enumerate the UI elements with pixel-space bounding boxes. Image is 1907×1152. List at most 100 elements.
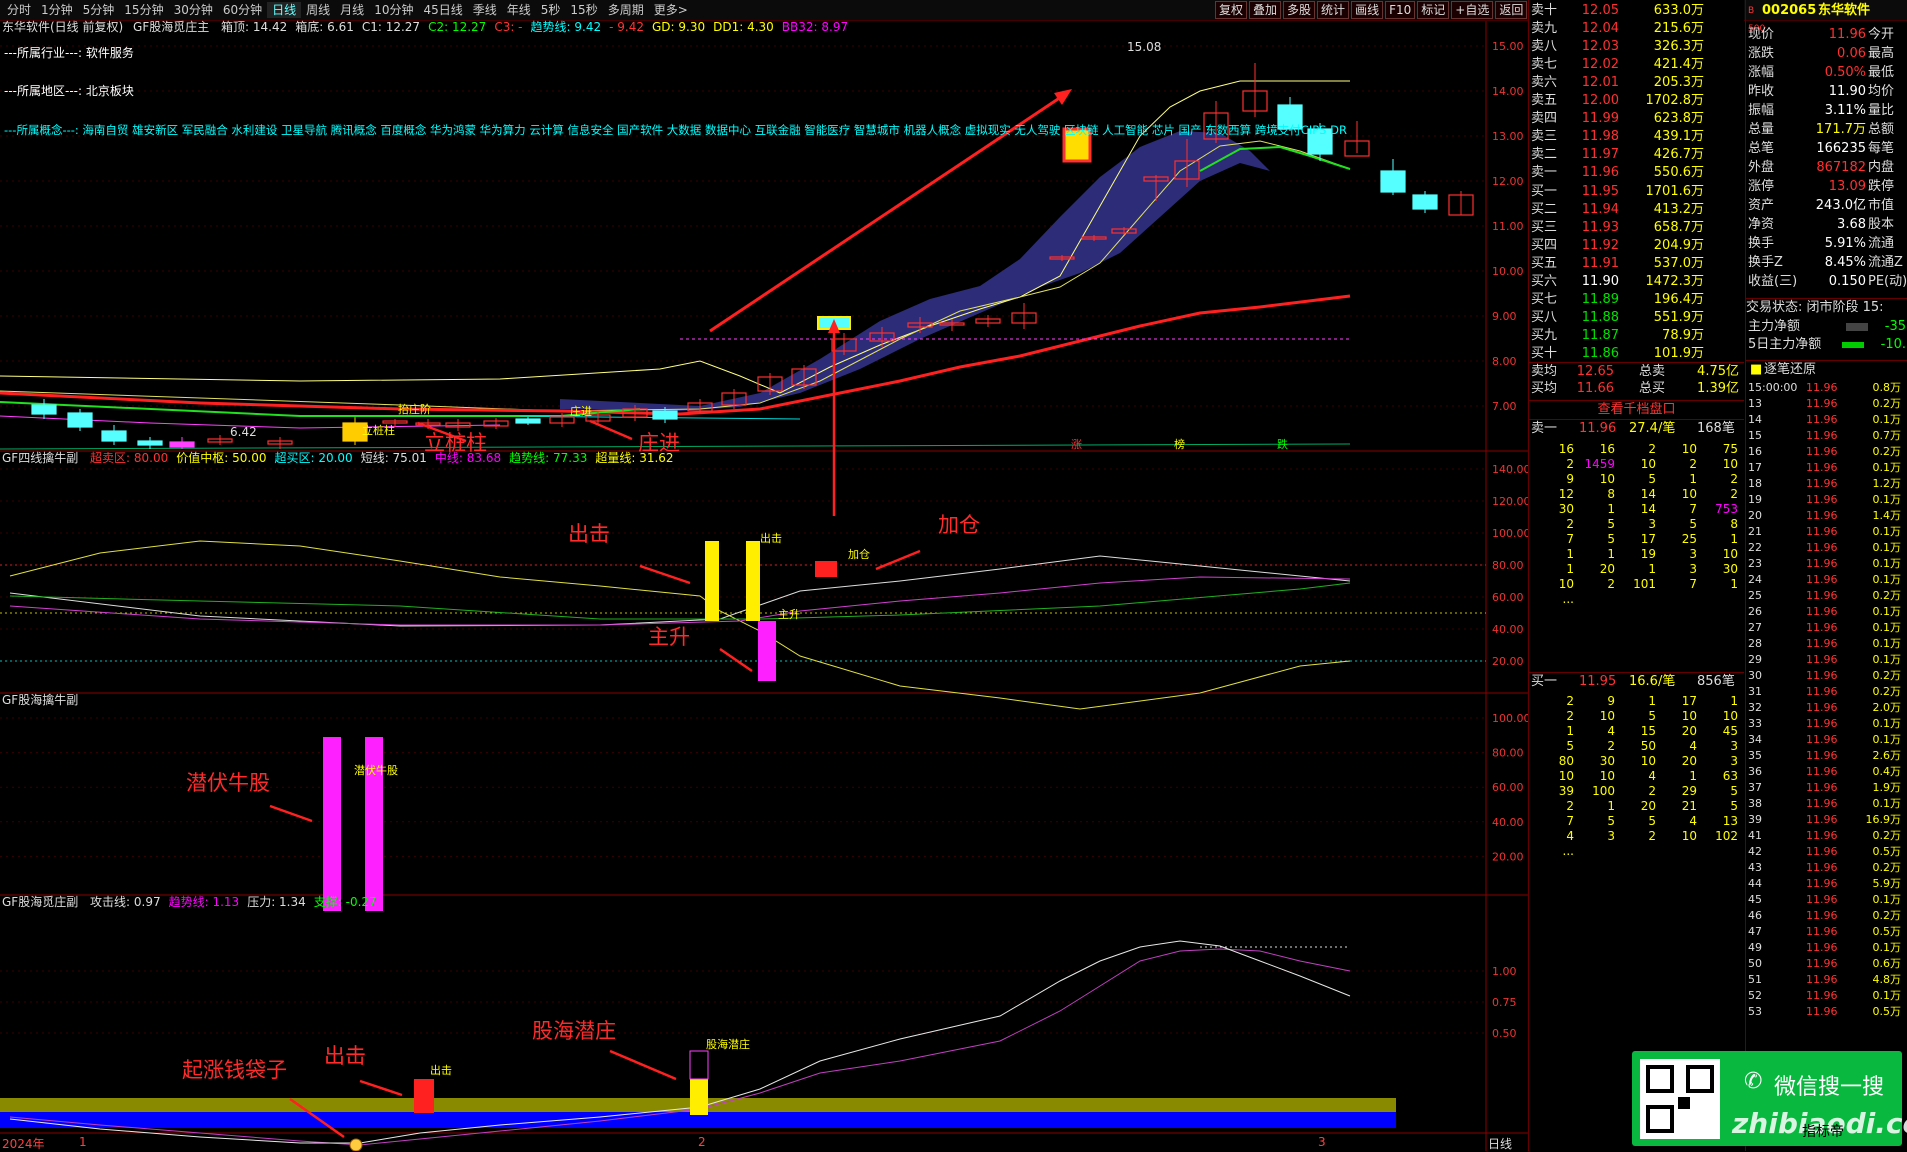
indicator-param: C2: 12.27: [428, 20, 487, 34]
candle-body: [137, 440, 163, 446]
toolbar-button[interactable]: +自选: [1451, 1, 1494, 19]
ask-level[interactable]: 卖八 12.03 326.3万: [1529, 38, 1744, 56]
queue-row: 2 1459 10 2 10: [1566, 457, 1738, 471]
bid-level[interactable]: 买五 11.91 537.0万: [1529, 255, 1744, 273]
tick-row: 23 11.96 0.1万: [1748, 557, 1901, 570]
candle-body: [31, 404, 57, 415]
period-tab[interactable]: 30分钟: [169, 2, 218, 18]
queue-row: 9 10 5 1 2: [1566, 472, 1738, 486]
period-tab[interactable]: 季线: [468, 2, 502, 18]
period-tab[interactable]: 月线: [335, 2, 369, 18]
bid-level[interactable]: 买十 11.86 101.9万: [1529, 345, 1744, 363]
concept-label: ---所属概念---: 海南自贸 雄安新区 军民融合 水利建设 卫星导航 腾讯概…: [4, 123, 1347, 137]
toolbar-button[interactable]: F10: [1385, 1, 1416, 19]
toolbar-button[interactable]: 复权: [1215, 1, 1248, 19]
high-price-label: 15.08: [1127, 40, 1162, 54]
panel3-name[interactable]: GF股海擒牛副: [2, 693, 78, 707]
ask-level[interactable]: 卖二 11.97 426.7万: [1529, 146, 1744, 164]
period-tab[interactable]: 5秒: [536, 2, 566, 18]
y-tick-label: 0.75: [1492, 996, 1517, 1009]
indicator-name[interactable]: GF股海觅庄主: [133, 20, 209, 34]
p2-white-line: [9, 555, 1351, 627]
quote-row: 涨跌 0.06 最高: [1748, 46, 1895, 61]
period-tab[interactable]: 60分钟: [218, 2, 267, 18]
y-tick-label: 20.00: [1492, 850, 1524, 863]
queue-row: 39 100 2 29 5: [1558, 784, 1738, 798]
bid-level[interactable]: 买九 11.87 78.9万: [1529, 327, 1744, 345]
tick-row: 33 11.96 0.1万: [1748, 717, 1901, 730]
ask-level[interactable]: 卖五 12.00 1702.8万: [1529, 92, 1744, 110]
tick-row: 25 11.96 0.2万: [1748, 589, 1901, 602]
avg-ask-row: 卖均 12.65 总卖 4.75亿: [1529, 362, 1744, 381]
period-tab[interactable]: 周线: [301, 2, 335, 18]
quote-row: 涨幅 0.50% 最低: [1748, 65, 1895, 80]
ask-level[interactable]: 卖四 11.99 623.8万: [1529, 110, 1744, 128]
tick-row: 28 11.96 0.1万: [1748, 637, 1901, 650]
bid-level[interactable]: 买二 11.94 413.2万: [1529, 201, 1744, 219]
quote-row: 昨收 11.90 均价: [1748, 84, 1895, 99]
tick-row: 29 11.96 0.1万: [1748, 653, 1901, 666]
bid-level[interactable]: 买六 11.90 1472.3万: [1529, 273, 1744, 291]
toolbar-button[interactable]: 标记: [1417, 1, 1450, 19]
panel4-name[interactable]: GF股海觅庄副: [2, 895, 78, 909]
period-tab[interactable]: 日线: [267, 2, 302, 18]
tick-row: 30 11.96 0.2万: [1748, 669, 1901, 682]
period-tab[interactable]: 10分钟: [369, 2, 418, 18]
tick-row: 50 11.96 0.6万: [1748, 957, 1901, 970]
kline-chart-area[interactable]: 15.0014.0013.0012.0011.0010.009.008.007.…: [0, 21, 1528, 1151]
toolbar-button[interactable]: 画线: [1351, 1, 1384, 19]
period-tab[interactable]: 年线: [502, 2, 536, 18]
queue-row: 7 5 17 25 1: [1566, 532, 1738, 546]
ask-level[interactable]: 卖九 12.04 215.6万: [1529, 20, 1744, 38]
bid-level[interactable]: 买七 11.89 196.4万: [1529, 291, 1744, 309]
toolbar-button[interactable]: 返回: [1495, 1, 1528, 19]
tick-row: 14 11.96 0.1万: [1748, 413, 1901, 426]
period-tab[interactable]: 45日线: [418, 2, 467, 18]
queue-row: 10 2 101 7 1: [1558, 577, 1738, 591]
xaxis-month-1: 1: [79, 1135, 87, 1149]
tick-row: 41 11.96 0.2万: [1748, 829, 1901, 842]
ask-level[interactable]: 卖一 11.96 550.6万: [1529, 164, 1744, 182]
label-zhang: 涨: [1071, 438, 1082, 451]
annotation-qizhang: 起涨钱袋子: [182, 1058, 287, 1082]
thousand-depth-button[interactable]: 查看千档盘口: [1529, 400, 1744, 420]
green-base-line: [0, 401, 641, 417]
tick-row: 20 11.96 1.4万: [1748, 509, 1901, 522]
zhusheng-arrow: [719, 647, 753, 673]
toolbar-button[interactable]: 多股: [1283, 1, 1316, 19]
period-tab[interactable]: 15分钟: [119, 2, 168, 18]
bid-level[interactable]: 买八 11.88 551.9万: [1529, 309, 1744, 327]
period-tab[interactable]: 1分钟: [36, 2, 78, 18]
y-tick-label: 80.00: [1492, 559, 1524, 572]
bid-level[interactable]: 买三 11.93 658.7万: [1529, 219, 1744, 237]
quote-row: 现价 11.96 今开: [1748, 27, 1895, 42]
tick-row: 15 11.96 0.7万: [1748, 429, 1901, 442]
qr-code-image: [1640, 1059, 1720, 1139]
sell-queue-header: 卖一 11.96 27.4/笔 168笔: [1531, 421, 1735, 436]
annotation-p4-chuji: 出击: [324, 1044, 366, 1068]
ask-level[interactable]: 卖十 12.05 633.0万: [1529, 2, 1744, 20]
ask-level[interactable]: 卖三 11.98 439.1万: [1529, 128, 1744, 146]
toolbar-button[interactable]: 叠加: [1249, 1, 1282, 19]
period-tab[interactable]: 5分钟: [78, 2, 120, 18]
wechat-search-text: 微信搜一搜: [1774, 1075, 1885, 1100]
bid-level[interactable]: 买四 11.92 204.9万: [1529, 237, 1744, 255]
period-tab[interactable]: 15秒: [565, 2, 602, 18]
ask-level[interactable]: 卖六 12.01 205.3万: [1529, 74, 1744, 92]
period-tab[interactable]: 更多>: [649, 2, 693, 18]
ask-level[interactable]: 卖七 12.02 421.4万: [1529, 56, 1744, 74]
period-tab[interactable]: 多周期: [603, 2, 649, 18]
money-bag-icon: [349, 1138, 363, 1151]
period-tab[interactable]: 分时: [2, 2, 36, 18]
panel2-name[interactable]: GF四线擒牛副: [2, 451, 78, 465]
candle-body: [1380, 170, 1406, 193]
p2-label-chuji: 出击: [760, 532, 782, 545]
toolbar-button[interactable]: 统计: [1317, 1, 1350, 19]
p2-bar-magenta: [758, 621, 776, 681]
label-die: 跌: [1277, 438, 1288, 451]
y-tick-label: 15.00: [1492, 40, 1524, 53]
tick-row: 47 11.96 0.5万: [1748, 925, 1901, 938]
bid-level[interactable]: 买一 11.95 1701.6万: [1529, 183, 1744, 201]
main-net5-row: 5日主力净额 -10.: [1748, 337, 1906, 352]
signal-label-lizhuang: 立桩柱: [362, 424, 395, 437]
